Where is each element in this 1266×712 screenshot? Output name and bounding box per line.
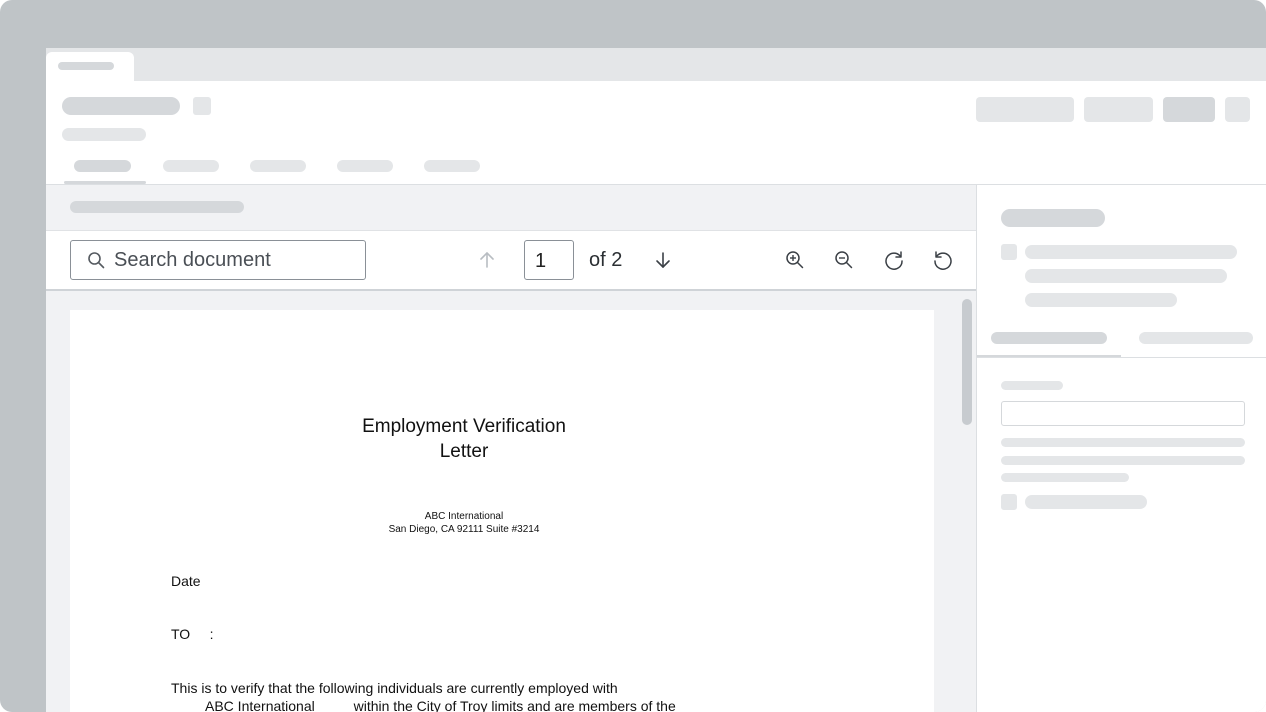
tab-1-placeholder[interactable] [74,160,131,172]
company-name: ABC International [424,511,504,522]
search-input[interactable] [114,247,354,273]
zoom-out-icon [835,251,853,269]
side-checkbox-label-placeholder [1025,495,1147,509]
document-viewer: 1 of 2 [46,185,976,712]
side-field-label-placeholder [1001,381,1063,390]
to-label: TO : [171,626,214,642]
viewer-toolbar: 1 of 2 [46,231,976,291]
page-number-input[interactable]: 1 [524,240,574,280]
document-page: Employment Verification Letter ABC Inter… [70,310,934,712]
company-block: ABC International San Diego, CA 92111 Su… [70,510,858,536]
tab-4-placeholder[interactable] [337,160,393,172]
side-checkbox-placeholder[interactable] [1001,494,1017,510]
body-line-2: ABC International within the City of Tro… [205,698,676,712]
document-scroll-area[interactable]: Employment Verification Letter ABC Inter… [46,293,976,712]
header-action-button-1[interactable] [976,97,1074,122]
side-tab-1-placeholder[interactable] [991,332,1107,344]
header-more-button[interactable] [1225,97,1250,122]
body-line-1: This is to verify that the following ind… [171,680,618,696]
rotate-counterclockwise-button[interactable] [929,246,957,274]
app-window: 1 of 2 [46,48,1266,712]
side-panel [976,185,1266,712]
rotate-counterclockwise-icon [934,251,952,270]
document-title-line-2: Letter [439,441,489,462]
tab-5-placeholder[interactable] [424,160,480,172]
document-title: Employment Verification Letter [70,414,858,464]
title-icon-placeholder [193,97,211,115]
document-title-line-1: Employment Verification [362,416,566,437]
side-panel-line-2 [1025,269,1227,283]
tab-label-placeholder [58,62,114,70]
side-tab-2-placeholder[interactable] [1139,332,1253,344]
document-name-placeholder [70,201,244,213]
date-label: Date [171,573,201,589]
side-panel-title-placeholder [1001,209,1105,227]
tab-3-placeholder[interactable] [250,160,306,172]
page-title-placeholder [62,97,180,115]
header-action-button-2[interactable] [1084,97,1153,122]
side-input-field[interactable] [1001,401,1245,426]
side-text-line-2 [1001,456,1245,465]
header-action-button-3[interactable] [1163,97,1215,122]
side-text-line-1 [1001,438,1245,447]
side-panel-line-3 [1025,293,1177,307]
desktop-backdrop: 1 of 2 [0,0,1266,712]
search-field[interactable] [70,240,366,280]
tab-2-placeholder[interactable] [163,160,219,172]
active-tab[interactable] [46,52,134,81]
side-panel-line-1 [1025,245,1237,259]
zoom-out-button[interactable] [830,246,858,274]
zoom-in-icon [786,251,804,269]
vertical-scrollbar[interactable] [962,299,972,425]
arrow-up-icon [480,252,494,268]
zoom-in-button[interactable] [781,246,809,274]
search-icon [88,252,105,269]
subtitle-placeholder [62,128,146,141]
rotate-clockwise-icon [885,251,903,270]
rotate-clockwise-button[interactable] [880,246,908,274]
side-tabs-divider [977,357,1266,358]
side-text-line-3 [1001,473,1129,482]
page-count-label: of 2 [589,249,623,271]
viewer-header [46,185,976,231]
arrow-down-icon [656,252,670,268]
side-panel-icon-placeholder [1001,244,1017,260]
tab-strip [46,48,1266,81]
previous-page-button[interactable] [473,246,501,274]
company-address: San Diego, CA 92111 Suite #3214 [388,524,540,535]
next-page-button[interactable] [649,246,677,274]
